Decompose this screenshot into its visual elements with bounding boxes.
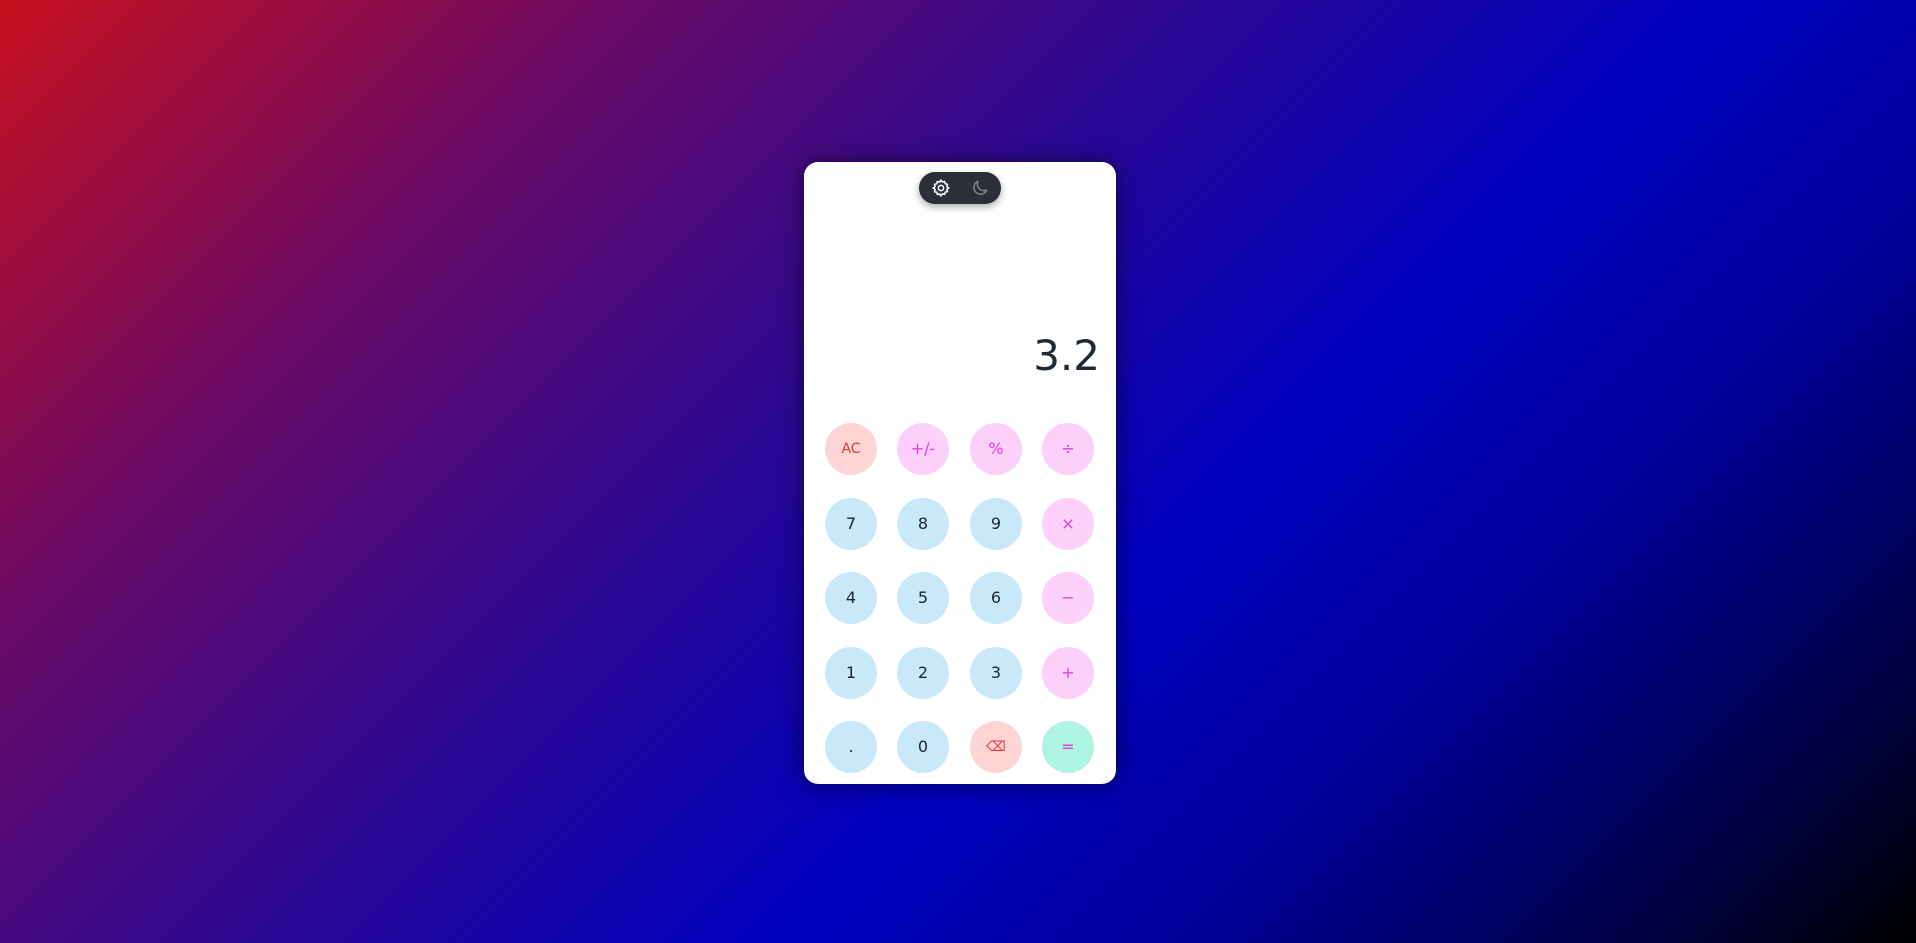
clear-button[interactable]: AC <box>825 423 877 475</box>
divide-button[interactable]: ÷ <box>1042 423 1094 475</box>
digit-6-button[interactable]: 6 <box>970 572 1022 624</box>
digit-8-button[interactable]: 8 <box>897 498 949 550</box>
sign-toggle-button[interactable]: +/- <box>897 423 949 475</box>
subtract-button[interactable]: − <box>1042 572 1094 624</box>
equals-button[interactable]: = <box>1042 721 1094 773</box>
percent-button[interactable]: % <box>970 423 1022 475</box>
digit-5-button[interactable]: 5 <box>897 572 949 624</box>
digit-9-button[interactable]: 9 <box>970 498 1022 550</box>
moon-icon[interactable] <box>970 178 990 198</box>
digit-2-button[interactable]: 2 <box>897 647 949 699</box>
result-display: 3.2 <box>1033 331 1100 380</box>
digit-7-button[interactable]: 7 <box>825 498 877 550</box>
gear-sun-icon[interactable] <box>931 178 951 198</box>
digit-0-button[interactable]: 0 <box>897 721 949 773</box>
add-button[interactable]: + <box>1042 647 1094 699</box>
theme-toggle[interactable] <box>919 172 1001 204</box>
digit-3-button[interactable]: 3 <box>970 647 1022 699</box>
digit-1-button[interactable]: 1 <box>825 647 877 699</box>
backspace-button[interactable]: ⌫ <box>970 721 1022 773</box>
multiply-button[interactable]: × <box>1042 498 1094 550</box>
decimal-button[interactable]: . <box>825 721 877 773</box>
calculator: 3.2 AC +/- % ÷ 7 8 9 × 4 5 6 − 1 2 3 + .… <box>804 162 1116 784</box>
digit-4-button[interactable]: 4 <box>825 572 877 624</box>
